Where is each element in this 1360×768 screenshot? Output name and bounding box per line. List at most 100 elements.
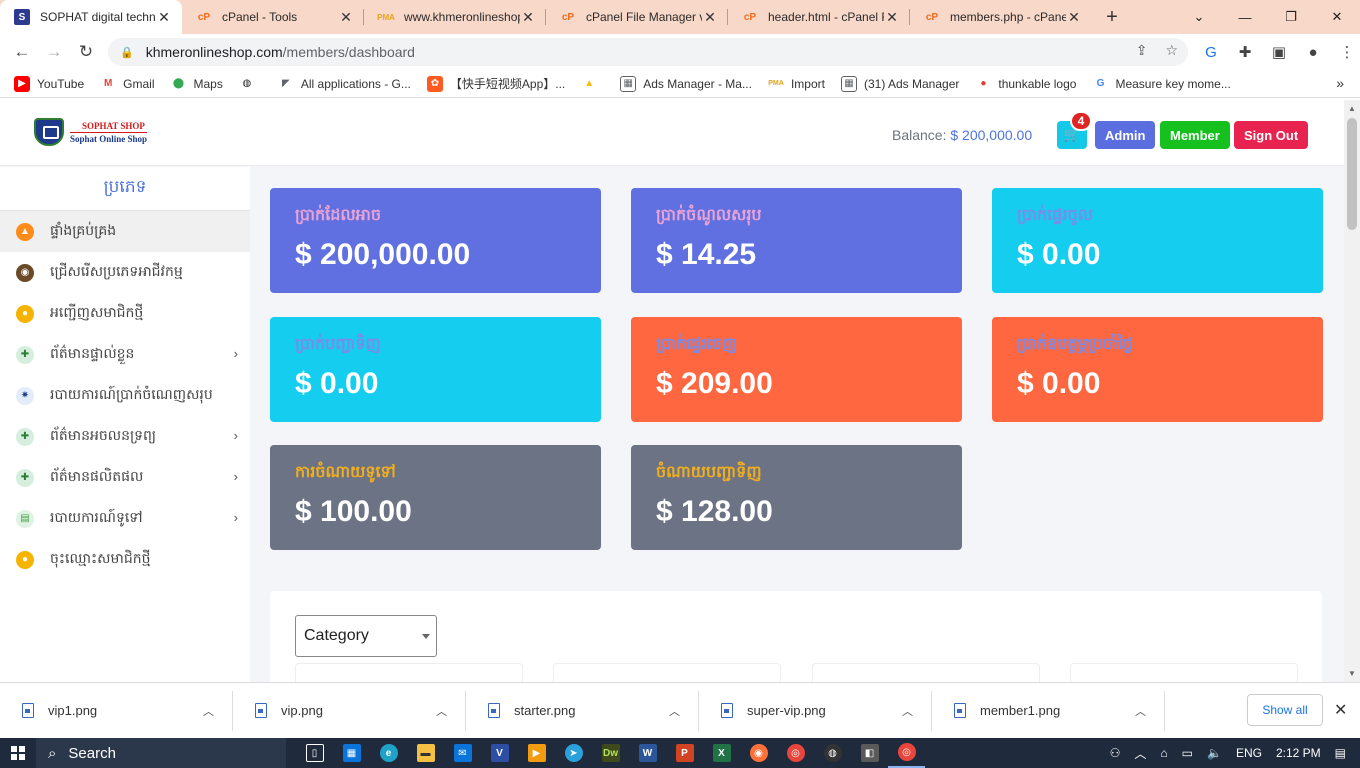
volume-icon[interactable]: 🔈 (1207, 746, 1222, 760)
browser-tab-header-html[interactable]: cP header.html - cPanel File ✕ (728, 0, 910, 34)
scroll-up-icon[interactable]: ▲ (1348, 104, 1356, 113)
bookmark-import[interactable]: PMA Import (768, 76, 825, 92)
chevron-right-icon[interactable]: › (234, 510, 238, 525)
chevron-up-icon[interactable]: ︿ (1135, 703, 1146, 719)
bookmark-ads-manager[interactable]: ▦ Ads Manager - Ma... (620, 75, 752, 92)
browser-tab-file-manager[interactable]: cP cPanel File Manager v3 ✕ (546, 0, 728, 34)
sidebar-item-property[interactable]: ✚ ព័ត៌មានអចលនទ្រព្យ › (0, 416, 250, 457)
browser-tab-cpanel-tools[interactable]: cP cPanel - Tools ✕ (182, 0, 364, 34)
extensions-puzzle-icon[interactable]: ✚ (1232, 36, 1258, 68)
bookmark-thunkable[interactable]: ● thunkable logo (975, 76, 1076, 92)
address-bar[interactable]: 🔒 khmeronlineshop.com/members/dashboard … (108, 38, 1188, 66)
restore-icon[interactable]: ❐ (1268, 0, 1314, 34)
bookmark-all-applications[interactable]: ◤ All applications - G... (278, 76, 411, 92)
people-icon[interactable]: ⚇ (1110, 746, 1121, 760)
file-explorer-icon[interactable]: ▬ (407, 738, 444, 768)
new-tab-icon[interactable]: + (1092, 0, 1132, 34)
close-tab-icon[interactable]: ✕ (884, 9, 900, 26)
bookmarks-overflow-icon[interactable]: » (1336, 75, 1344, 91)
chevron-right-icon[interactable]: › (234, 428, 238, 443)
excel-icon[interactable]: X (703, 738, 740, 768)
sidebar-item-product[interactable]: ✚ ព័ត៌មានផលិតផល › (0, 457, 250, 498)
admin-button[interactable]: Admin (1095, 121, 1156, 149)
app-icon[interactable]: ◧ (851, 738, 888, 768)
bookmark-maps[interactable]: ⬤ Maps (171, 76, 223, 92)
download-item[interactable]: vip1.png ︿ (0, 690, 233, 731)
download-item[interactable]: vip.png ︿ (233, 690, 466, 731)
category-select[interactable]: Category (295, 615, 437, 657)
scrollbar-thumb[interactable] (1347, 118, 1357, 230)
lock-icon[interactable]: 🔒 (120, 46, 134, 59)
close-tab-icon[interactable]: ✕ (156, 9, 172, 26)
chevron-up-icon[interactable]: ︿ (203, 703, 214, 719)
chevron-right-icon[interactable]: › (234, 346, 238, 361)
product-card[interactable] (1070, 663, 1298, 682)
site-logo[interactable]: SOPHAT SHOP Sophat Online Shop (34, 118, 148, 146)
chevron-right-icon[interactable]: › (234, 469, 238, 484)
chrome-active-icon[interactable]: ◎ (888, 738, 925, 768)
chevron-up-icon[interactable]: ︿ (669, 703, 680, 719)
bookmark-ads-manager-31[interactable]: ▦ (31) Ads Manager (840, 75, 959, 92)
sidebar-item-general-report[interactable]: ▤ របាយការណ៍ទូទៅ › (0, 498, 250, 539)
obs-icon[interactable]: ◍ (814, 738, 851, 768)
powerpoint-icon[interactable]: P (666, 738, 703, 768)
chevron-up-icon[interactable]: ︿ (902, 703, 913, 719)
mail-icon[interactable]: ✉ (444, 738, 481, 768)
sidebar-item-profit-report[interactable]: ✷ របាយការណ៍ប្រាក់ចំណេញសរុប (0, 375, 250, 416)
bookmark-globe[interactable]: ◍ (239, 76, 262, 92)
side-panel-icon[interactable]: ▣ (1266, 36, 1292, 68)
bookmark-kuaishou[interactable]: ✿ 【快手短视频App】... (426, 75, 565, 92)
tab-search-icon[interactable]: ⌄ (1176, 0, 1222, 34)
word-icon[interactable]: W (629, 738, 666, 768)
tray-overflow-icon[interactable]: ︿ (1134, 745, 1146, 762)
network-icon[interactable]: ⌂ (1160, 746, 1167, 760)
scroll-down-icon[interactable]: ▼ (1348, 669, 1356, 678)
browser-tab-sophat[interactable]: S SOPHAT digital technology ✕ (0, 0, 182, 34)
language-indicator[interactable]: ENG (1236, 746, 1262, 760)
browser-menu-icon[interactable]: ⋮ (1334, 36, 1360, 68)
chrome-icon[interactable]: ◎ (777, 738, 814, 768)
share-icon[interactable]: ⇪ (1136, 42, 1148, 59)
browser-tab-phpmyadmin[interactable]: PMA www.khmeronlineshop.com ✕ (364, 0, 546, 34)
back-icon[interactable]: ← (6, 36, 38, 68)
firefox-icon[interactable]: ◉ (740, 738, 777, 768)
bookmark-star-icon[interactable]: ☆ (1165, 42, 1178, 59)
product-card[interactable] (295, 663, 523, 682)
taskbar-search[interactable]: ⌕ Search (36, 738, 286, 768)
dreamweaver-icon[interactable]: Dw (592, 738, 629, 768)
close-tab-icon[interactable]: ✕ (702, 9, 718, 26)
sidebar-item-invite-member[interactable]: ● អញ្ជើញសមាជិកថ្មី (0, 293, 250, 334)
product-card[interactable] (553, 663, 781, 682)
vegas-icon[interactable]: V (481, 738, 518, 768)
chevron-up-icon[interactable]: ︿ (436, 703, 447, 719)
close-window-icon[interactable]: ✕ (1314, 0, 1360, 34)
sidebar-item-profile[interactable]: ✚ ព័ត៌មានផ្ទាល់ខ្លួន › (0, 334, 250, 375)
sidebar-item-business-type[interactable]: ◉ ជ្រើសរើសប្រភេទអាជីវកម្ម (0, 252, 250, 293)
translate-icon[interactable]: G (1198, 36, 1224, 68)
product-card[interactable] (812, 663, 1040, 682)
bookmark-google-ads[interactable]: ▲ (581, 76, 604, 92)
download-item[interactable]: member1.png ︿ (932, 690, 1165, 731)
minimize-icon[interactable]: — (1222, 0, 1268, 34)
windows-start-icon[interactable] (0, 738, 36, 768)
microsoft-store-icon[interactable]: ▦ (333, 738, 370, 768)
download-item[interactable]: super-vip.png ︿ (699, 690, 932, 731)
battery-icon[interactable]: ▭ (1182, 746, 1193, 760)
forward-icon[interactable]: → (38, 36, 70, 68)
clock[interactable]: 2:12 PM (1276, 746, 1321, 760)
bookmark-youtube[interactable]: ▶ YouTube (14, 75, 84, 92)
telegram-icon[interactable]: ➤ (555, 738, 592, 768)
close-downloads-icon[interactable]: ✕ (1334, 700, 1347, 720)
bookmark-measure[interactable]: G Measure key mome... (1092, 76, 1231, 92)
sidebar-item-dashboard[interactable]: ▲ ផ្ទាំងគ្រប់គ្រង (0, 211, 250, 252)
notifications-icon[interactable]: ▤ (1335, 746, 1346, 760)
close-tab-icon[interactable]: ✕ (1066, 9, 1082, 26)
media-player-icon[interactable]: ▶ (518, 738, 555, 768)
close-tab-icon[interactable]: ✕ (338, 9, 354, 26)
task-view-icon[interactable]: ▯ (296, 738, 333, 768)
profile-avatar-icon[interactable]: ● (1300, 36, 1326, 68)
reload-icon[interactable]: ↻ (70, 36, 102, 68)
member-button[interactable]: Member (1160, 121, 1230, 149)
sign-out-button[interactable]: Sign Out (1234, 121, 1309, 149)
bookmark-gmail[interactable]: M Gmail (100, 76, 155, 92)
